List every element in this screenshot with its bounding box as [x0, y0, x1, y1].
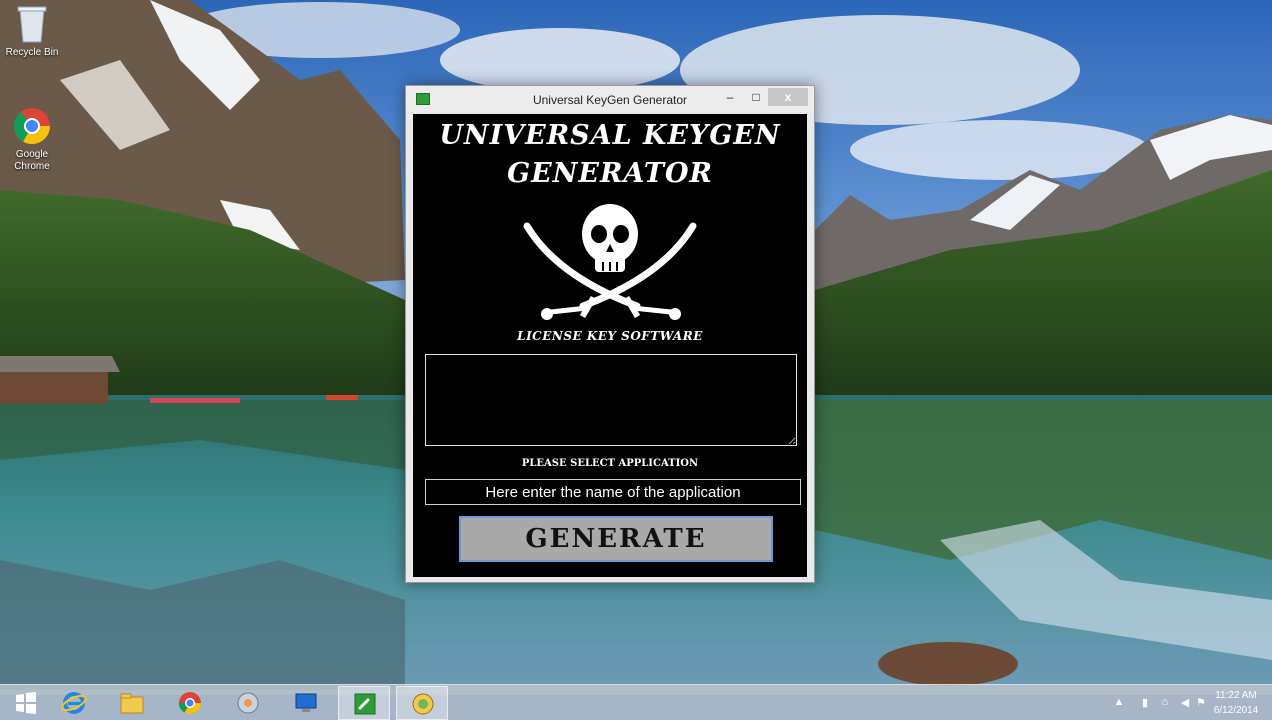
- title-bar[interactable]: Universal KeyGen Generator – □ x: [406, 86, 814, 112]
- file-explorer-icon: [120, 693, 144, 714]
- chrome-icon: [12, 106, 52, 146]
- volume-icon[interactable]: ◀: [1178, 696, 1192, 710]
- close-button[interactable]: x: [768, 88, 808, 106]
- keygen-running-icon: [412, 693, 434, 715]
- taskbar-file-explorer[interactable]: [106, 686, 158, 720]
- skull-crossed-swords-icon: [517, 196, 703, 326]
- desktop-icon-recycle-bin[interactable]: Recycle Bin: [0, 4, 64, 59]
- taskbar-keygen-running[interactable]: [396, 686, 448, 720]
- taskbar-clock[interactable]: 11:22 AM 6/12/2014: [1206, 688, 1266, 718]
- taskbar-keygen-app[interactable]: [338, 686, 390, 720]
- taskbar-internet-explorer[interactable]: [48, 686, 100, 720]
- application-name-input[interactable]: [425, 479, 801, 505]
- key-output-box[interactable]: [425, 354, 797, 446]
- recycle-bin-icon: [12, 4, 52, 44]
- desktop-icon-google-chrome[interactable]: Google Chrome: [0, 106, 64, 173]
- start-button[interactable]: [0, 686, 52, 720]
- network-icon[interactable]: ⌂: [1158, 696, 1172, 710]
- taskbar: ▲ ▮ ⌂ ◀ ⚑ 11:22 AM 6/12/2014: [0, 684, 1272, 720]
- headline-line-2: GENERATOR: [507, 158, 713, 189]
- desktop-icon-label: Google Chrome: [14, 149, 50, 172]
- clock-date: 6/12/2014: [1213, 705, 1259, 716]
- select-application-label: PLEASE SELECT APPLICATION: [521, 458, 699, 469]
- window-client-area: UNIVERSAL KEYGEN GENERATOR LICENSE KEY S…: [413, 114, 807, 577]
- desktop-icon-label: Recycle Bin: [5, 47, 59, 58]
- internet-explorer-icon: [61, 692, 87, 714]
- license-subheading: LICENSE KEY SOFTWARE: [517, 329, 703, 343]
- taskbar-control-panel[interactable]: [222, 686, 274, 720]
- control-panel-icon: [237, 692, 259, 714]
- taskbar-chrome[interactable]: [164, 686, 216, 720]
- keygen-window: Universal KeyGen Generator – □ x UNIVERS…: [405, 85, 815, 583]
- headline-line-1: UNIVERSAL KEYGEN: [439, 120, 781, 151]
- taskbar-remote-desktop[interactable]: [280, 686, 332, 720]
- windows-start-icon: [16, 692, 36, 714]
- minimize-button[interactable]: –: [716, 88, 744, 106]
- clock-time: 11:22 AM: [1215, 690, 1257, 701]
- keygen-app-icon: [354, 693, 376, 715]
- generate-button[interactable]: GENERATE: [459, 516, 773, 562]
- battery-icon[interactable]: ▮: [1138, 696, 1152, 710]
- chrome-icon: [179, 692, 201, 714]
- remote-desktop-icon: [295, 693, 317, 712]
- maximize-button[interactable]: □: [742, 88, 770, 106]
- show-hidden-icons-icon[interactable]: ▲: [1112, 696, 1126, 710]
